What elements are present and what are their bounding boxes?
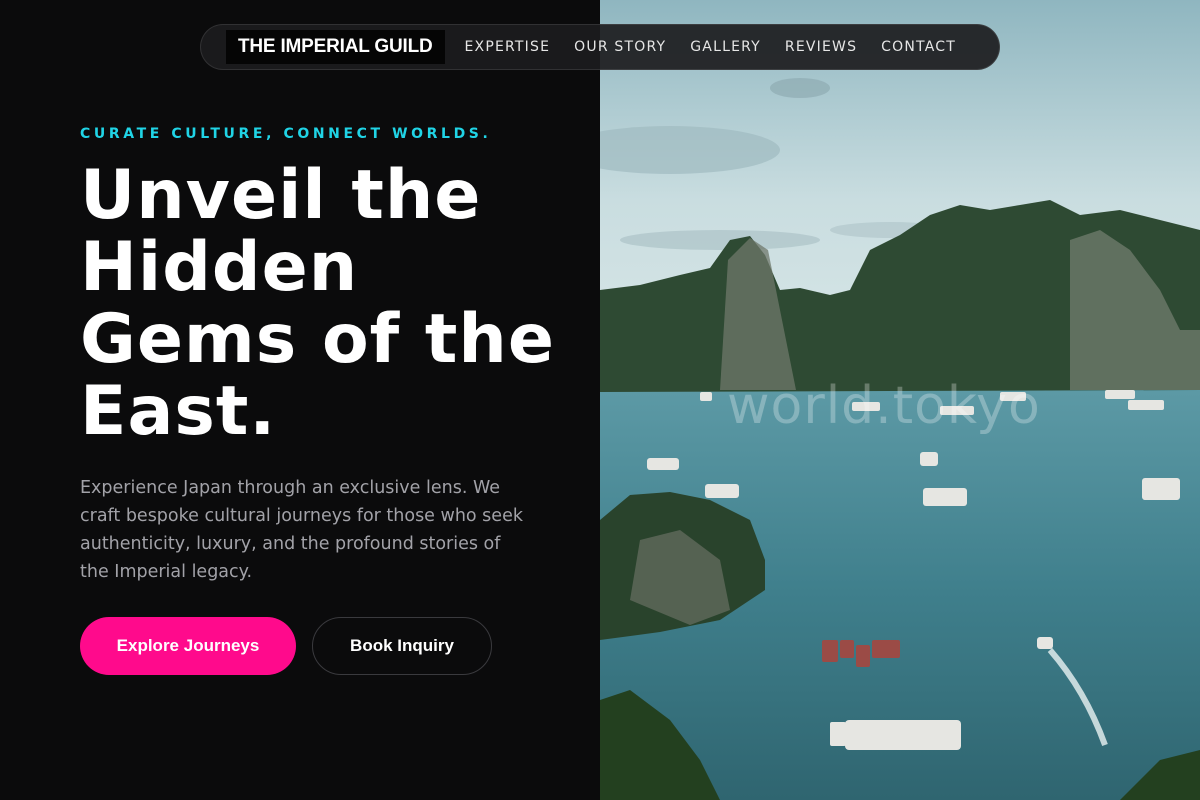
nav-link-contact[interactable]: CONTACT <box>881 39 956 55</box>
nav-link-reviews[interactable]: REVIEWS <box>785 39 857 55</box>
nav-link-our-story[interactable]: OUR STORY <box>574 39 666 55</box>
nav-link-gallery[interactable]: GALLERY <box>690 39 761 55</box>
nav-link-expertise[interactable]: EXPERTISE <box>465 39 551 55</box>
hero-headline: Unveil the Hidden Gems of the East. <box>80 156 555 451</box>
nav-links: EXPERTISE OUR STORY GALLERY REVIEWS CONT… <box>465 39 980 55</box>
image-watermark: world.tokyo <box>727 376 1041 436</box>
book-inquiry-button[interactable]: Book Inquiry <box>312 617 492 675</box>
explore-journeys-button[interactable]: Explore Journeys <box>80 617 296 675</box>
top-navigation: THE IMPERIAL GUILD EXPERTISE OUR STORY G… <box>200 24 1000 70</box>
hero-tagline: CURATE CULTURE, CONNECT WORLDS. <box>80 126 492 142</box>
hero-intro: Experience Japan through an exclusive le… <box>80 478 523 582</box>
brand-logo[interactable]: THE IMPERIAL GUILD <box>226 30 445 64</box>
